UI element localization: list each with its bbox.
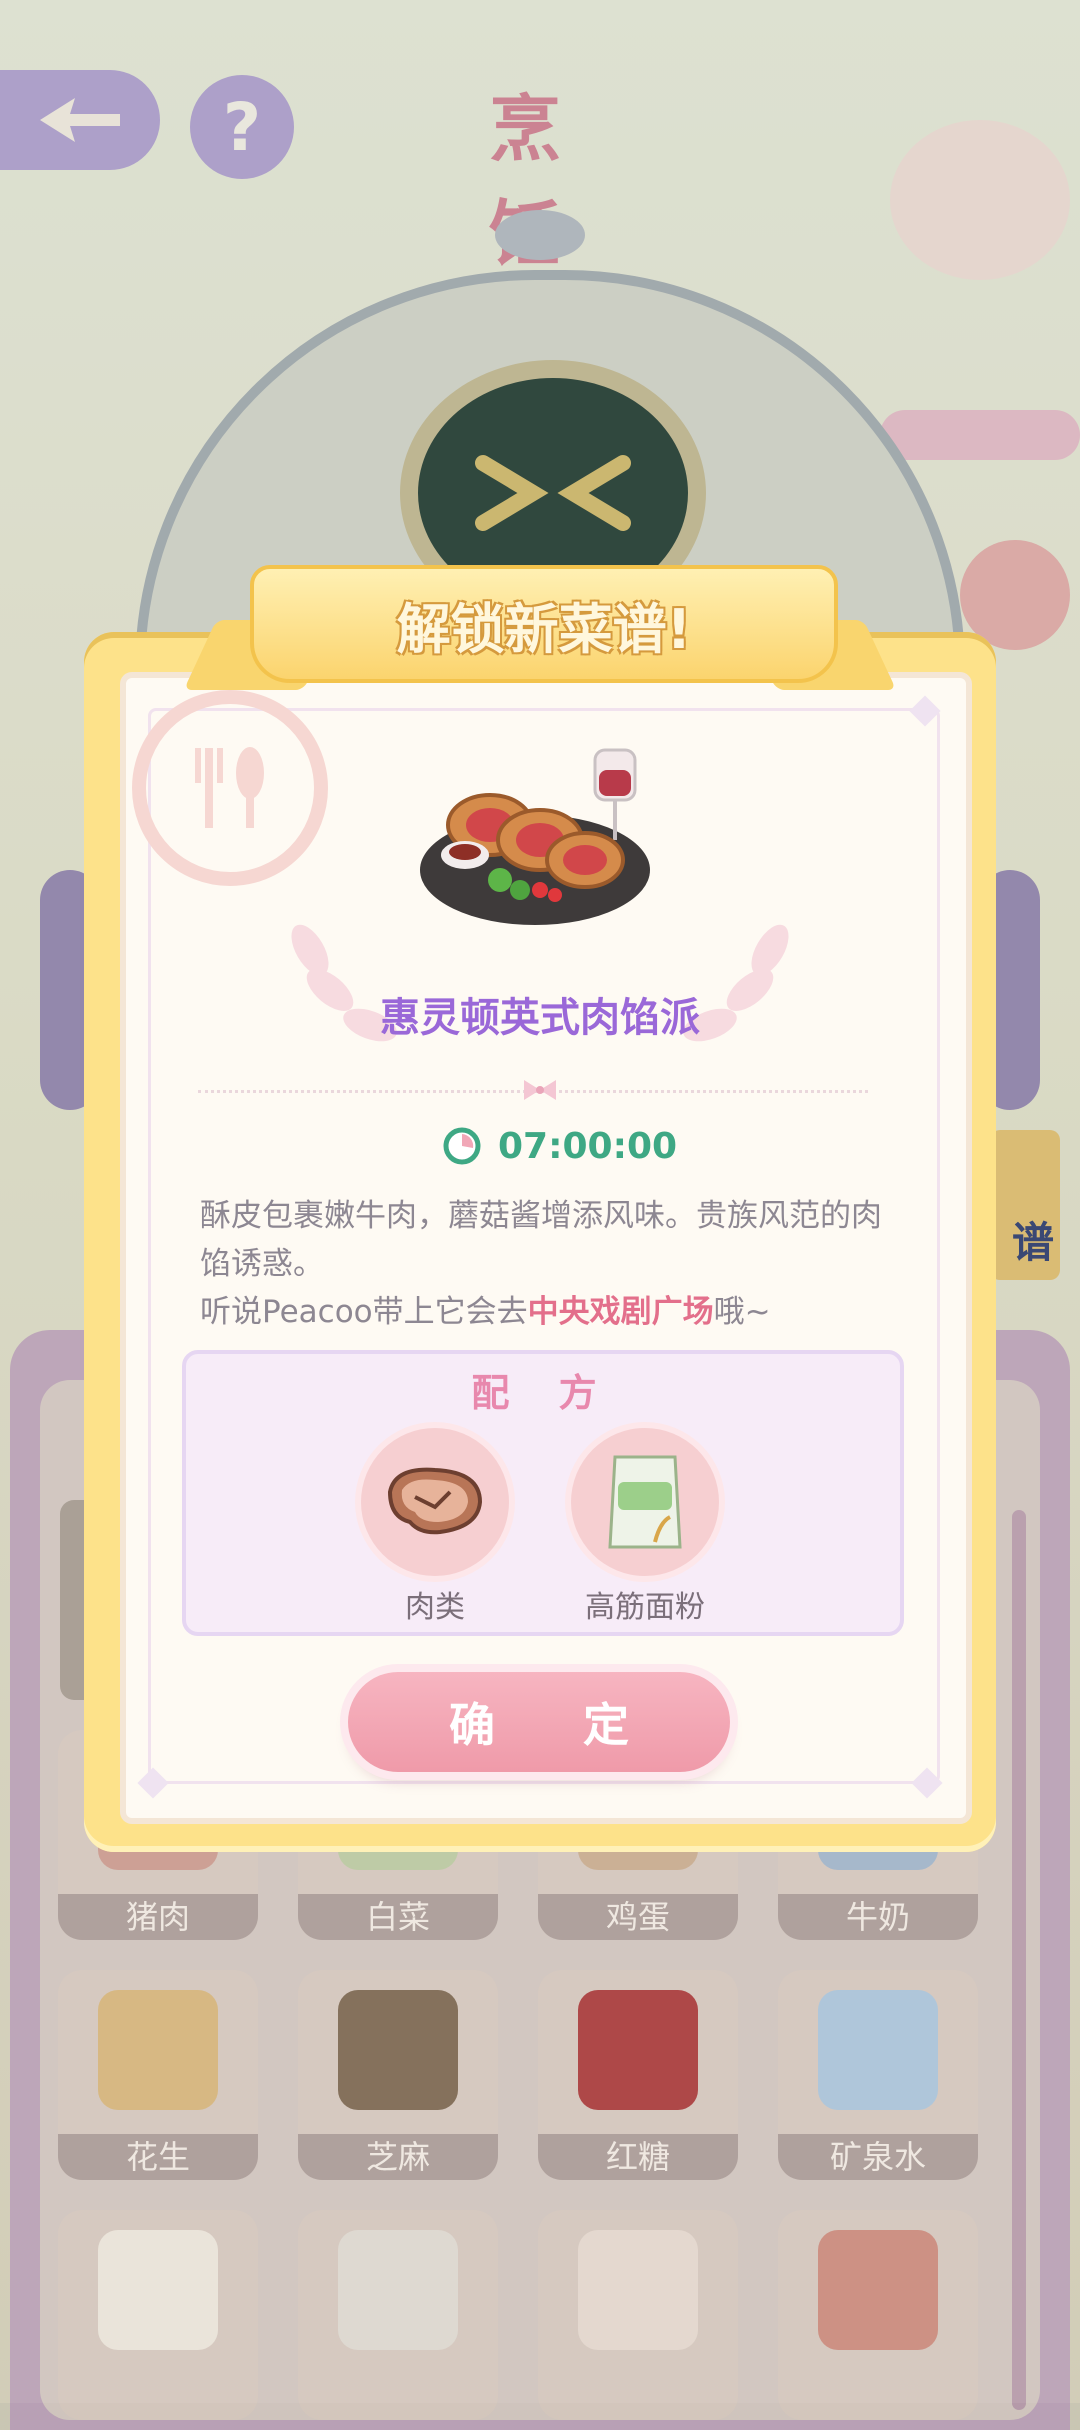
flour-icon-circle [571,1428,719,1576]
cook-timer: 07:00:00 [442,1120,677,1172]
recipe-title: 配 方 [471,1371,615,1415]
restaurant-stamp-icon [132,690,328,886]
meat-icon-circle [361,1428,509,1576]
banner-title: 解锁新菜谱! [396,597,692,661]
confirm-button-label: 确 定 [448,1698,665,1752]
description-line1: 酥皮包裹嫩牛肉，蘑菇酱增添风味。贵族风范的肉馅诱惑。 [200,1198,882,1282]
description-prefix: 听说Peacoo带上它会去 [200,1294,528,1330]
recipe-ingredient-meat[interactable]: 肉类 [350,1428,520,1626]
confirm-button[interactable]: 确 定 [348,1672,730,1772]
location-highlight: 中央戏剧广场 [527,1294,714,1330]
unlock-banner: 解锁新菜谱! [250,565,838,683]
dish-name: 惠灵顿英式肉馅派 [380,995,700,1041]
description-suffix: 哦~ [713,1294,771,1330]
recipe-ingredient-name: 肉类 [405,1590,465,1625]
description-line2: 听说Peacoo带上它会去中央戏剧广场哦~ [200,1288,900,1336]
clock-icon [443,1127,481,1165]
dish-description: 酥皮包裹嫩牛肉，蘑菇酱增添风味。贵族风范的肉馅诱惑。 听说Peacoo带上它会去… [200,1192,900,1336]
unlock-banner-ribbon: 解锁新菜谱! [250,565,838,683]
recipe-ingredient-flour[interactable]: 高筋面粉 [560,1428,730,1626]
timer-value: 07:00:00 [498,1125,678,1167]
flour-bag-icon [608,1455,682,1549]
recipe-ingredient-name: 高筋面粉 [585,1590,705,1625]
beef-wellington-dish-icon [420,748,650,925]
meat-icon [387,1467,483,1535]
bow-icon [524,1080,556,1100]
